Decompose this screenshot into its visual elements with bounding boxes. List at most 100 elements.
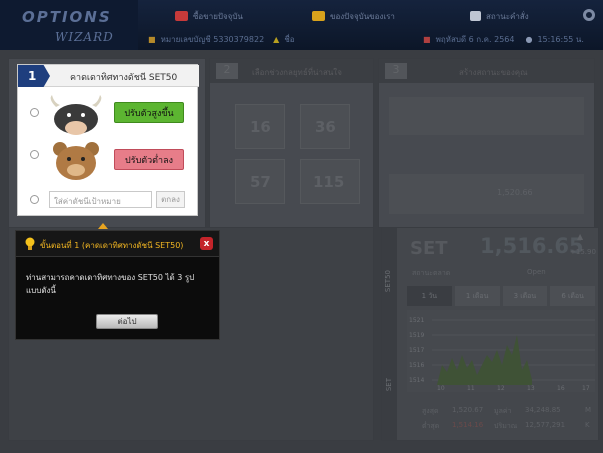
- nav-orders-label: สถานะคำสั่ง: [486, 11, 529, 21]
- volume-amount: 12,577,291: [525, 421, 566, 429]
- index-change: +15.90: [570, 248, 596, 256]
- radio-up[interactable]: [30, 108, 39, 117]
- radio-target[interactable]: [30, 195, 39, 204]
- index-name: SET: [410, 238, 448, 259]
- stepper-value: 1,520.66: [497, 188, 533, 197]
- calendar-icon: ■: [423, 34, 431, 44]
- guide-tooltip: ขั้นตอนที่ 1 (คาดเดาทิศทางดัชนี SET50) x…: [15, 223, 220, 340]
- tab-1m[interactable]: 1 เดือน: [454, 286, 500, 306]
- top-header: OPTIONS WIZARD ซื้อขายปัจจุบัน ของปัจจุบ…: [0, 0, 603, 50]
- step1-title: คาดเดาทิศทางดัชนี SET50: [70, 73, 178, 83]
- step2-title: เลือกช่วงกลยุทธ์ที่น่าสนใจ: [252, 68, 342, 77]
- chart-icon: [175, 11, 188, 21]
- value-unit: M: [585, 406, 592, 414]
- logo-text: OPTIONS: [22, 8, 112, 26]
- nav-trade-label: ซื้อขายปัจจุบัน: [193, 11, 243, 21]
- tooltip-arrow: [98, 223, 108, 229]
- guide-title: ขั้นตอนที่ 1 (คาดเดาทิศทางดัชนี SET50): [40, 241, 184, 250]
- trend-down-button[interactable]: ปรับตัวต่ำลง: [114, 149, 184, 170]
- strategy-box: 36: [300, 104, 350, 149]
- volume-unit: K: [585, 421, 590, 429]
- step3-title: สร้างสถานะของคุณ: [459, 68, 528, 77]
- step1-header: 1 คาดเดาทิศทางดัชนี SET50: [18, 65, 199, 87]
- step1-number: 1: [18, 65, 50, 87]
- target-index-input[interactable]: ใส่ค่าดัชนีเป้าหมาย: [49, 191, 152, 208]
- logo: OPTIONS WIZARD: [0, 0, 138, 50]
- user-icon: ▲: [273, 34, 280, 44]
- target-ok-button[interactable]: ตกลง: [156, 191, 185, 208]
- x-tick: 17: [582, 385, 590, 392]
- target-box: 1,520.66: [389, 174, 584, 214]
- tab-6m[interactable]: 6 เดือน: [550, 286, 595, 306]
- y-tick: 1521: [409, 317, 424, 324]
- close-icon[interactable]: x: [200, 237, 213, 250]
- index-value: 1,516.65: [480, 234, 584, 258]
- x-tick: 10: [437, 385, 445, 392]
- nav-portfolio[interactable]: ของปัจจุบันของเรา: [312, 6, 395, 26]
- x-tick: 13: [527, 385, 535, 392]
- high-label: สูงสุด: [422, 407, 439, 415]
- date-text: พฤหัสบดี 6 ก.ค. 2564: [435, 34, 515, 44]
- volume-label: ปริมาณ: [494, 422, 518, 430]
- guide-text: ท่านสามารถคาดเดาทิศทางของ SET50 ได้ 3 รู…: [26, 273, 195, 295]
- strategy-count: 36: [315, 118, 336, 136]
- folder-icon: [312, 11, 325, 21]
- trend-up-button[interactable]: ปรับตัวสูงขึ้น: [114, 102, 184, 123]
- high-value: 1,520.67: [452, 406, 484, 414]
- value-amount: 34,248.85: [525, 406, 561, 414]
- low-value: 1,514.16: [452, 421, 484, 429]
- datetime: ■ พฤหัสบดี 6 ก.ค. 2564 ● 15:16:55 น.: [423, 31, 584, 47]
- next-button[interactable]: ต่อไป: [96, 314, 158, 329]
- step1-popup: 1 คาดเดาทิศทางดัชนี SET50 ปรับตัวสูงขึ้น…: [17, 64, 199, 216]
- y-tick: 1517: [409, 347, 424, 354]
- side-tab-set50[interactable]: SET50: [384, 270, 392, 292]
- market-status-value: Open: [527, 268, 546, 276]
- logo-subtext: WIZARD: [55, 30, 114, 44]
- lightbulb-icon: [25, 237, 35, 250]
- strategy-count: 16: [250, 118, 271, 136]
- step3-number: 3: [385, 63, 407, 79]
- clock-icon: ●: [525, 34, 533, 44]
- strategy-box: 16: [235, 104, 285, 149]
- position-box: [389, 97, 584, 135]
- account-number: หมายเลขบัญชี 5330379822: [160, 34, 265, 44]
- y-tick: 1519: [409, 332, 424, 339]
- x-tick: 12: [497, 385, 505, 392]
- document-icon: [470, 11, 481, 21]
- intraday-chart: 1521 1519 1517 1516 1514 10 11 12 13 16 …: [407, 310, 595, 392]
- market-status-label: สถานะตลาด: [412, 269, 451, 277]
- strategy-box: 115: [300, 159, 360, 204]
- step3-header: 3 สร้างสถานะของคุณ: [379, 59, 594, 83]
- nav-orders[interactable]: สถานะคำสั่ง: [470, 6, 529, 26]
- radio-down[interactable]: [30, 150, 39, 159]
- set-panel: SET50 SET SET 1,516.65 ▲ +15.90 สถานะตลา…: [381, 227, 599, 441]
- nav-portfolio-label: ของปัจจุบันของเรา: [330, 11, 395, 21]
- y-tick: 1514: [409, 377, 424, 384]
- step2-number: 2: [216, 63, 238, 79]
- y-tick: 1516: [409, 362, 424, 369]
- period-tabs: 1 วัน 1 เดือน 3 เดือน 6 เดือน: [407, 286, 595, 306]
- user-name: ชื่อ: [284, 34, 295, 44]
- tab-1d[interactable]: 1 วัน: [407, 286, 452, 306]
- value-label: มูลค่า: [494, 407, 512, 415]
- time-text: 15:16:55 น.: [537, 34, 584, 44]
- x-tick: 16: [557, 385, 565, 392]
- strategy-box: 57: [235, 159, 285, 204]
- side-tabs: SET50 SET: [382, 228, 397, 440]
- side-tab-set[interactable]: SET: [385, 378, 393, 391]
- account-info: ■ หมายเลขบัญชี 5330379822 ▲ ชื่อ: [148, 34, 295, 44]
- strategy-count: 115: [313, 173, 345, 191]
- tab-3m[interactable]: 3 เดือน: [502, 286, 548, 306]
- x-tick: 11: [467, 385, 475, 392]
- change-up-icon: ▲: [577, 232, 584, 241]
- nav-trade[interactable]: ซื้อขายปัจจุบัน: [175, 6, 243, 26]
- strategy-count: 57: [250, 173, 271, 191]
- bear-icon: [53, 142, 99, 180]
- bull-icon: [50, 95, 102, 135]
- guide-header: ขั้นตอนที่ 1 (คาดเดาทิศทางดัชนี SET50) x: [16, 231, 219, 257]
- low-label: ต่ำสุด: [422, 422, 440, 430]
- step3-panel: 3 สร้างสถานะของคุณ 1,520.66: [378, 58, 595, 228]
- gear-icon[interactable]: [583, 9, 595, 21]
- app-window: OPTIONS WIZARD ซื้อขายปัจจุบัน ของปัจจุบ…: [0, 0, 603, 453]
- step2-panel: 2 เลือกช่วงกลยุทธ์ที่น่าสนใจ 16 36 57 11…: [209, 58, 374, 228]
